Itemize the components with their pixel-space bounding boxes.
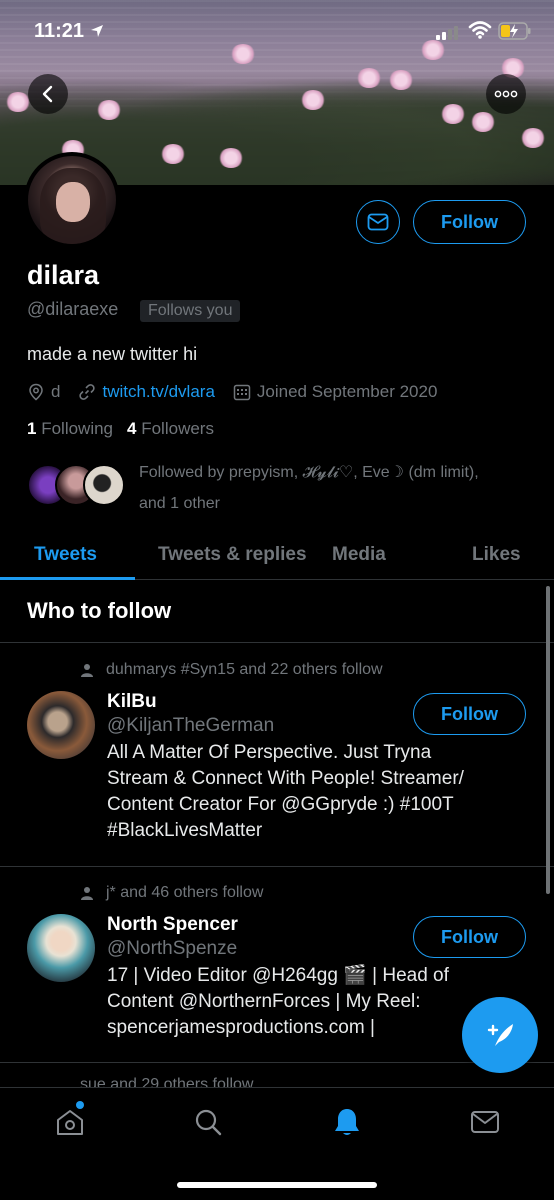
envelope-icon [367,213,389,231]
profile-avatar[interactable] [24,152,120,248]
social-context: j* and 46 others follow [80,884,263,902]
user-avatar[interactable] [27,691,95,759]
follows-you-badge: Follows you [140,300,241,322]
scrollbar[interactable] [546,586,550,894]
user-name[interactable]: KilBu [107,691,157,713]
profile-location: d [51,382,61,401]
followed-by-text[interactable]: Followed by prepyism, 𝓗𝔂𝓵𝓲♡, Eve☽ (dm li… [139,457,499,519]
user-bio: 17 | Video Editor @H264gg 🎬 | Head of Co… [107,965,449,1038]
user-bio: All A Matter Of Perspective. Just Tryna … [107,742,464,841]
divider [0,642,554,643]
followers-count[interactable]: 4 Followers [127,419,214,439]
who-to-follow-title: Who to follow [27,598,172,623]
following-count[interactable]: 1 Following [27,419,113,439]
profile-meta: d twitch.tv/dvlara Joined September 2020 [27,380,455,404]
followed-by-avatar [83,464,125,506]
tab-likes[interactable]: Likes [472,530,521,580]
followed-by-avatars[interactable] [27,464,127,508]
profile-name: dilara [27,260,100,290]
person-icon [81,887,93,900]
compose-tweet-button[interactable] [462,997,538,1073]
location-pin-icon [29,383,43,401]
profile-tabs: Tweets Tweets & replies Media Likes [0,530,554,580]
user-handle: @KiljanTheGerman [107,715,275,736]
notifications-bell-icon[interactable] [331,1106,363,1138]
social-context: duhmarys #Syn15 and 22 others follow [80,661,383,679]
user-avatar[interactable] [27,914,95,982]
active-tab-indicator [0,577,135,580]
more-horizontal-icon [494,90,518,98]
divider [0,866,554,867]
more-options-button[interactable] [486,74,526,114]
compose-tweet-icon [487,1024,513,1046]
tab-tweets-replies[interactable]: Tweets & replies [158,530,307,580]
messages-envelope-icon[interactable] [469,1106,501,1138]
link-icon [79,384,96,400]
follow-button[interactable]: Follow [413,200,526,244]
person-icon [81,664,93,677]
status-time: 11:21 [34,20,85,42]
divider [0,1062,554,1063]
search-icon[interactable] [192,1106,224,1138]
chevron-left-icon [42,85,53,103]
wifi-icon [468,21,492,39]
battery-charging-icon [498,22,531,40]
home-indicator[interactable] [177,1182,377,1188]
status-bar: 11:21 [0,0,554,60]
profile-joined: Joined September 2020 [256,382,438,401]
profile-bio: made a new twitter hi [27,344,198,364]
follow-counts: 1 Following 4 Followers [27,419,228,439]
tab-tweets[interactable]: Tweets [34,530,97,580]
profile-handle: @dilaraexe [27,299,119,319]
profile-website-link[interactable]: twitch.tv/dvlara [102,382,214,402]
follow-user-button[interactable]: Follow [413,916,526,958]
cellular-signal-icon [436,26,458,40]
follow-user-button[interactable]: Follow [413,693,526,735]
user-handle: @NorthSpenze [107,938,238,959]
location-arrow-icon [91,25,103,37]
message-button[interactable] [356,200,400,244]
calendar-icon [233,384,251,401]
notification-dot [76,1101,84,1109]
user-name[interactable]: North Spencer [107,914,238,936]
tab-media[interactable]: Media [332,530,386,580]
back-button[interactable] [28,74,68,114]
home-icon[interactable] [54,1106,86,1138]
